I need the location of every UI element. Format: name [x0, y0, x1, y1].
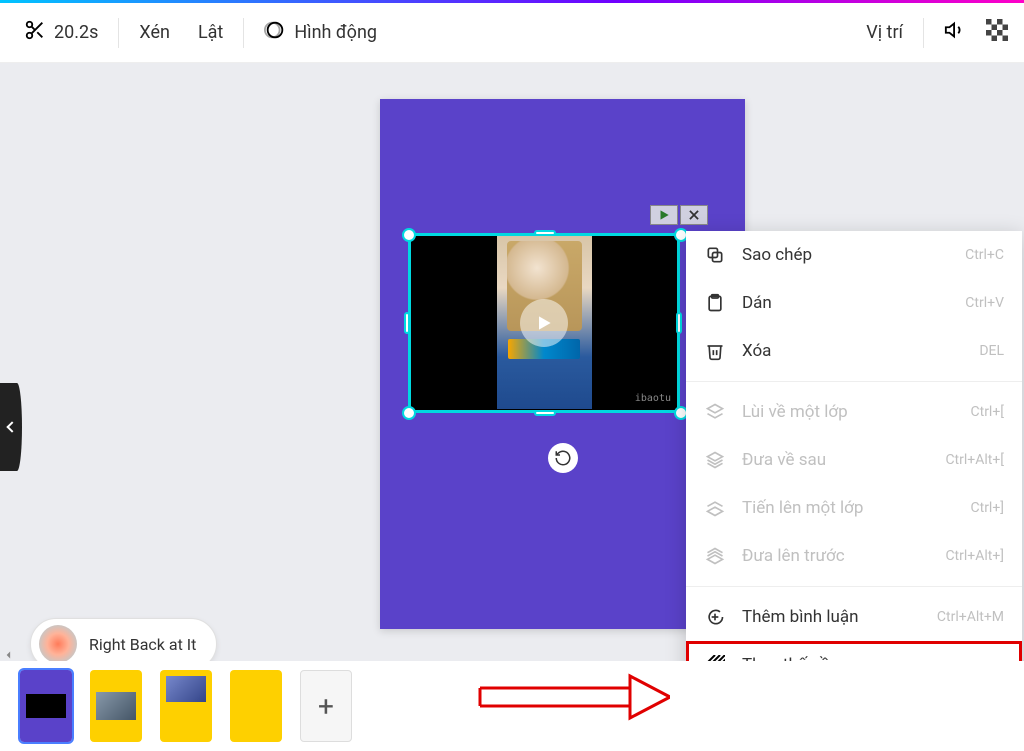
page-thumb-1[interactable] — [20, 670, 72, 742]
crop-button[interactable]: Xén — [125, 22, 184, 43]
resize-handle-r[interactable] — [676, 312, 682, 334]
volume-button[interactable] — [930, 19, 980, 46]
resize-handle-t[interactable] — [534, 230, 556, 236]
page-thumb-2[interactable] — [90, 670, 142, 742]
add-page-button[interactable]: + — [300, 670, 352, 742]
ctx-send-back: Đưa về sau Ctrl+Alt+[ — [686, 436, 1022, 484]
ctx-comment[interactable]: Thêm bình luận Ctrl+Alt+M — [686, 593, 1022, 641]
ctx-forward-layer: Tiến lên một lớp Ctrl+] — [686, 484, 1022, 532]
scroll-left-icon[interactable] — [2, 648, 16, 661]
paste-icon — [704, 293, 726, 313]
toolbar-separator — [118, 18, 119, 48]
close-badge[interactable] — [680, 205, 708, 225]
ctx-back-layer: Lùi về một lớp Ctrl+[ — [686, 388, 1022, 436]
flip-button[interactable]: Lật — [184, 22, 237, 43]
ctx-delete[interactable]: Xóa DEL — [686, 327, 1022, 375]
toolbar-separator — [243, 18, 244, 48]
ctx-bring-front: Đưa lên trước Ctrl+Alt+] — [686, 532, 1022, 580]
duration-label: 20.2s — [54, 22, 98, 43]
animation-icon — [264, 19, 286, 46]
watermark-label: ibaotu — [635, 393, 671, 404]
ctx-replace-background[interactable]: Thay thế nền — [686, 641, 1022, 661]
duration-button[interactable]: 20.2s — [10, 19, 112, 46]
panel-collapse-tab[interactable] — [0, 383, 22, 471]
context-menu: Sao chép Ctrl+C Dán Ctrl+V Xóa DEL Lùi v… — [686, 231, 1022, 661]
resize-handle-bl[interactable] — [402, 406, 416, 420]
speaker-icon — [944, 19, 966, 46]
resize-handle-l[interactable] — [404, 312, 410, 334]
ctx-paste[interactable]: Dán Ctrl+V — [686, 279, 1022, 327]
layer-forward-icon — [704, 498, 726, 518]
annotation-arrow — [470, 666, 670, 730]
copy-icon — [704, 245, 726, 265]
page-thumb-4[interactable] — [230, 670, 282, 742]
bring-front-icon — [704, 546, 726, 566]
send-back-icon — [704, 450, 726, 470]
media-badges — [650, 205, 708, 225]
checker-icon — [986, 19, 1008, 46]
position-button[interactable]: Vị trí — [852, 22, 917, 43]
animation-button[interactable]: Hình động — [250, 19, 391, 46]
transparency-button[interactable] — [980, 19, 1014, 46]
horizontal-scrollbar[interactable] — [2, 649, 682, 661]
resize-handle-b[interactable] — [534, 410, 556, 416]
play-button[interactable] — [520, 299, 568, 347]
editor-toolbar: 20.2s Xén Lật Hình động Vị trí — [0, 3, 1024, 63]
page-thumb-3[interactable] — [160, 670, 212, 742]
trash-icon — [704, 341, 726, 361]
comment-icon — [704, 607, 726, 627]
resize-handle-tl[interactable] — [402, 228, 416, 242]
play-badge[interactable] — [650, 205, 678, 225]
ctx-copy[interactable]: Sao chép Ctrl+C — [686, 231, 1022, 279]
scissors-icon — [24, 19, 46, 46]
workspace: ibaotu Right Back at It Sao chép Ctrl+C … — [0, 63, 1024, 661]
rotate-button[interactable] — [548, 443, 578, 473]
toolbar-separator — [923, 18, 924, 48]
layer-back-icon — [704, 402, 726, 422]
